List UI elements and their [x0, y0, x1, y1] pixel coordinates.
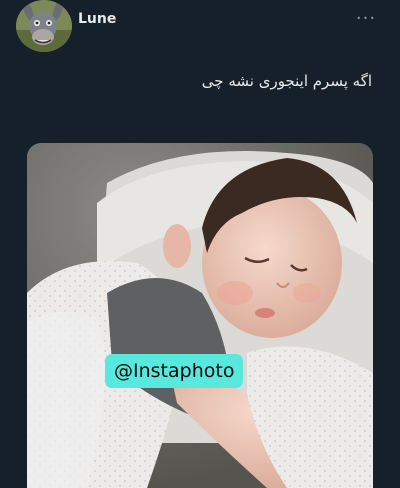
more-options-button[interactable]: ···	[352, 10, 380, 28]
donkey-avatar-image	[16, 0, 72, 52]
tweet-text: اگه پسرم اینجوری نشه چی	[201, 72, 372, 90]
tweet-media[interactable]	[27, 143, 373, 488]
tweet-header: Lune ···	[0, 0, 400, 52]
sleeping-baby-photo	[27, 143, 373, 488]
author-name[interactable]: Lune	[78, 11, 116, 27]
avatar[interactable]	[16, 0, 72, 52]
watermark-label: @Instaphoto	[105, 354, 244, 388]
more-horizontal-icon: ···	[355, 8, 377, 29]
